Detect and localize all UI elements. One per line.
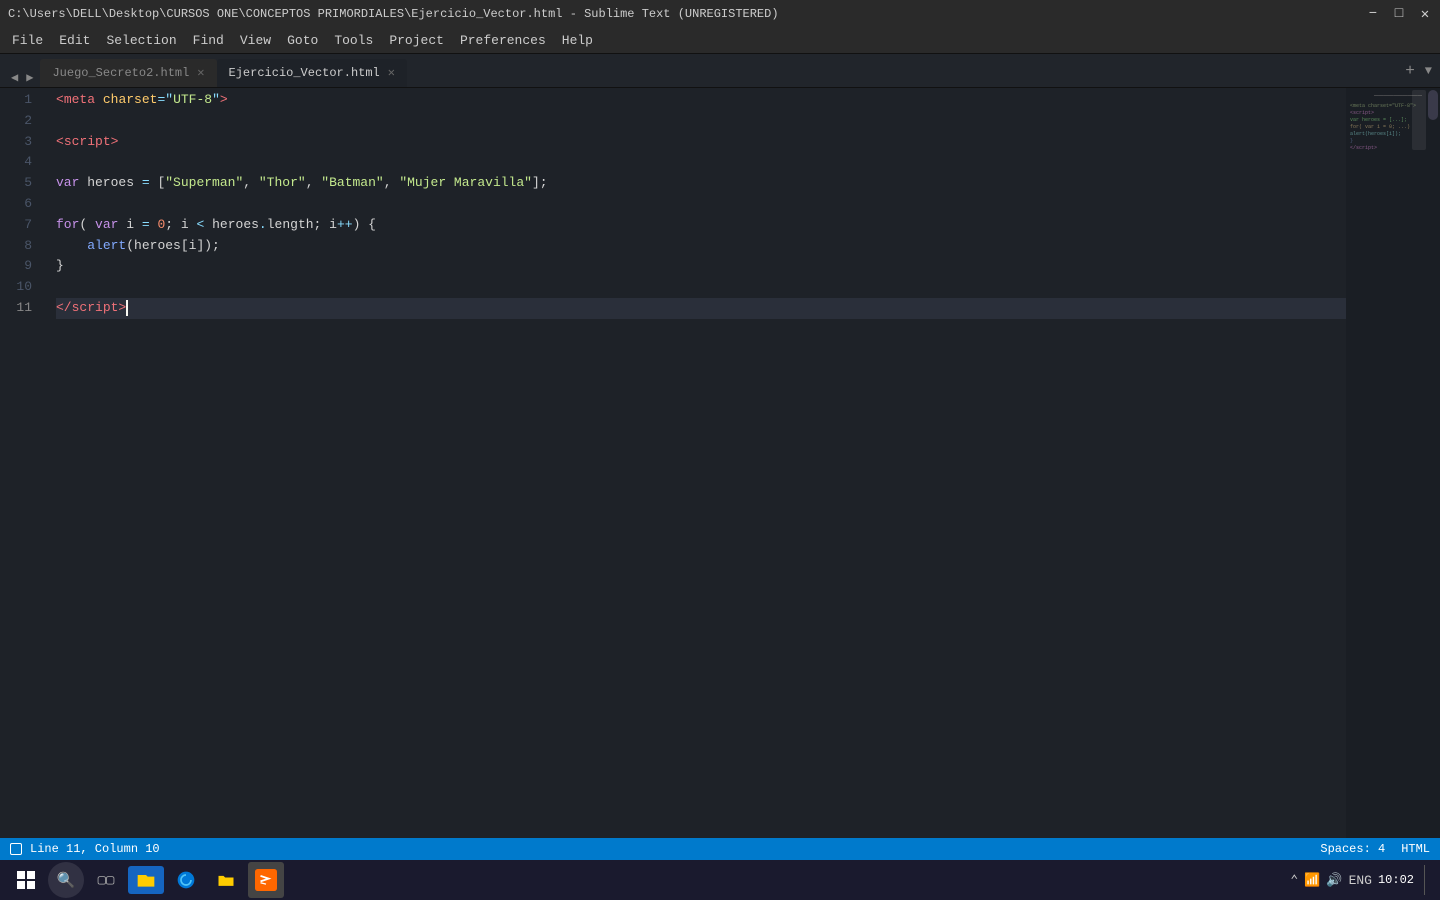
menu-tools[interactable]: Tools xyxy=(326,31,381,50)
code-line-5: var heroes = ["Superman", "Thor", "Batma… xyxy=(56,173,1346,194)
line-num-5: 5 xyxy=(0,173,40,194)
chevron-up-icon[interactable]: ⌃ xyxy=(1290,873,1298,888)
code-line-9: } xyxy=(56,256,1346,277)
maximize-button[interactable]: □ xyxy=(1392,7,1406,21)
line-num-6: 6 xyxy=(0,194,40,215)
code-line-6 xyxy=(56,194,1346,215)
status-line-col: Line 11, Column 10 xyxy=(30,842,160,856)
minimap: ────────── <meta charset="UTF-8"> <scrip… xyxy=(1346,88,1426,838)
line-num-1: 1 xyxy=(0,90,40,111)
tab-list-button[interactable]: ▼ xyxy=(1421,64,1436,78)
tab-juego-secreto[interactable]: Juego_Secreto2.html ✕ xyxy=(40,59,216,87)
close-button[interactable]: ✕ xyxy=(1418,7,1432,21)
time-display: 10:02 xyxy=(1378,873,1414,887)
line-num-7: 7 xyxy=(0,215,40,236)
code-line-11: </script> xyxy=(56,298,1346,319)
taskbar-app-edge[interactable] xyxy=(168,862,204,898)
line-numbers: 1 2 3 4 5 6 7 8 9 10 11 xyxy=(0,88,48,838)
menu-project[interactable]: Project xyxy=(381,31,452,50)
status-spaces: Spaces: 4 xyxy=(1320,842,1385,856)
taskbar-app-sublime[interactable] xyxy=(248,862,284,898)
show-desktop-button[interactable] xyxy=(1424,865,1432,895)
menu-find[interactable]: Find xyxy=(185,31,232,50)
menu-help[interactable]: Help xyxy=(554,31,601,50)
window-controls: − □ ✕ xyxy=(1366,7,1432,21)
tab-nav-buttons: ◀ ▶ xyxy=(4,68,40,87)
clock: 10:02 xyxy=(1378,873,1414,887)
line-num-4: 4 xyxy=(0,152,40,173)
status-indicator xyxy=(10,843,22,855)
title-text: C:\Users\DELL\Desktop\CURSOS ONE\CONCEPT… xyxy=(8,7,1366,21)
volume-icon: 🔊 xyxy=(1326,873,1342,888)
code-line-7: for( var i = 0; i < heroes.length; i++) … xyxy=(56,215,1346,236)
menu-edit[interactable]: Edit xyxy=(51,31,98,50)
new-tab-button[interactable]: + xyxy=(1399,62,1421,80)
tab-close-2[interactable]: ✕ xyxy=(388,67,395,79)
menu-view[interactable]: View xyxy=(232,31,279,50)
line-num-9: 9 xyxy=(0,256,40,277)
tab-ejercicio-vector[interactable]: Ejercicio_Vector.html ✕ xyxy=(217,59,407,87)
code-line-1: <meta charset="UTF-8"> xyxy=(56,90,1346,111)
tab-label-1: Juego_Secreto2.html xyxy=(52,66,189,80)
line-num-3: 3 xyxy=(0,132,40,153)
minimize-button[interactable]: − xyxy=(1366,7,1380,21)
status-right: Spaces: 4 HTML xyxy=(1320,842,1430,856)
menu-preferences[interactable]: Preferences xyxy=(452,31,554,50)
taskbar-app-explorer[interactable] xyxy=(128,866,164,894)
code-content[interactable]: <meta charset="UTF-8"> <script> var hero… xyxy=(48,88,1346,838)
network-icon: 📶 xyxy=(1304,873,1320,888)
status-left: Line 11, Column 10 xyxy=(10,842,160,856)
line-num-10: 10 xyxy=(0,277,40,298)
start-button[interactable] xyxy=(8,862,44,898)
tab-label-2: Ejercicio_Vector.html xyxy=(229,66,380,80)
line-num-8: 8 xyxy=(0,236,40,257)
status-syntax: HTML xyxy=(1401,842,1430,856)
status-bar: Line 11, Column 10 Spaces: 4 HTML xyxy=(0,838,1440,860)
code-line-10 xyxy=(56,277,1346,298)
code-line-8: alert(heroes[i]); xyxy=(56,236,1346,257)
line-num-11: 11 xyxy=(0,298,40,319)
language-label: ENG xyxy=(1349,873,1372,888)
taskview-button[interactable]: ▢▢ xyxy=(88,862,124,898)
menu-file[interactable]: File xyxy=(4,31,51,50)
tab-prev-button[interactable]: ◀ xyxy=(8,68,21,87)
title-bar: C:\Users\DELL\Desktop\CURSOS ONE\CONCEPT… xyxy=(0,0,1440,28)
menu-selection[interactable]: Selection xyxy=(98,31,184,50)
code-line-2 xyxy=(56,111,1346,132)
tab-bar: ◀ ▶ Juego_Secreto2.html ✕ Ejercicio_Vect… xyxy=(0,54,1440,88)
system-tray: ⌃ 📶 🔊 ENG 10:02 xyxy=(1290,865,1432,895)
tab-next-button[interactable]: ▶ xyxy=(23,68,36,87)
menu-goto[interactable]: Goto xyxy=(279,31,326,50)
tray-icons: ⌃ 📶 🔊 ENG xyxy=(1290,873,1372,888)
code-line-4 xyxy=(56,152,1346,173)
taskbar-app-files[interactable] xyxy=(208,862,244,898)
tab-close-1[interactable]: ✕ xyxy=(197,67,204,79)
code-line-3: <script> xyxy=(56,132,1346,153)
taskbar: 🔍 ▢▢ ⌃ 📶 🔊 ENG xyxy=(0,860,1440,900)
line-num-2: 2 xyxy=(0,111,40,132)
scrollbar[interactable] xyxy=(1426,88,1440,838)
taskbar-search[interactable]: 🔍 xyxy=(48,862,84,898)
menu-bar: File Edit Selection Find View Goto Tools… xyxy=(0,28,1440,54)
editor-area: 1 2 3 4 5 6 7 8 9 10 11 <meta charset="U… xyxy=(0,88,1440,838)
